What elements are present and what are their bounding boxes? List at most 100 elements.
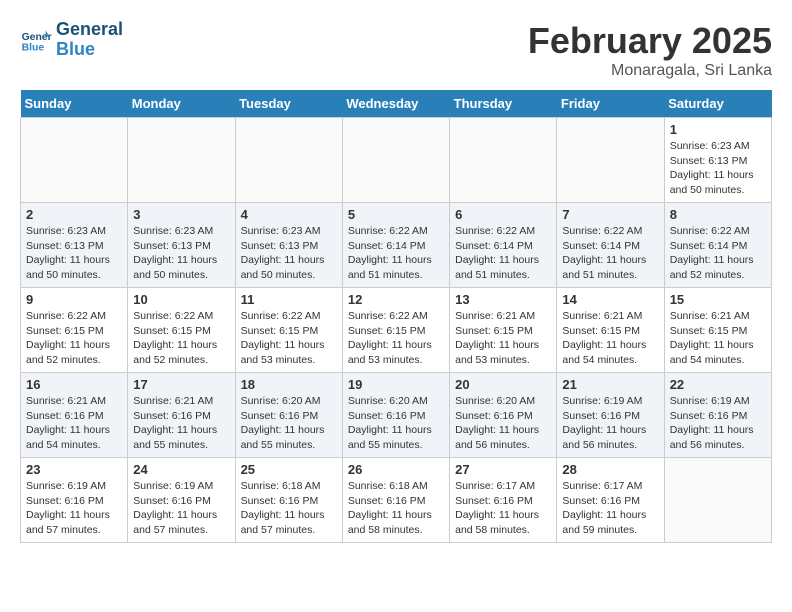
calendar-cell: 3 Sunrise: 6:23 AM Sunset: 6:13 PM Daylig… bbox=[128, 203, 235, 288]
day-info: Sunrise: 6:22 AM Sunset: 6:14 PM Dayligh… bbox=[562, 224, 658, 283]
day-number: 8 bbox=[670, 207, 766, 222]
weekday-header-wednesday: Wednesday bbox=[342, 90, 449, 118]
week-row-1: 1 Sunrise: 6:23 AM Sunset: 6:13 PM Daylig… bbox=[21, 118, 772, 203]
day-number: 9 bbox=[26, 292, 122, 307]
day-info: Sunrise: 6:20 AM Sunset: 6:16 PM Dayligh… bbox=[455, 394, 551, 453]
day-number: 6 bbox=[455, 207, 551, 222]
calendar-cell: 5Sunrise: 6:22 AM Sunset: 6:14 PM Daylig… bbox=[342, 203, 449, 288]
day-number: 3 bbox=[133, 207, 229, 222]
calendar-cell: 19Sunrise: 6:20 AM Sunset: 6:16 PM Dayli… bbox=[342, 373, 449, 458]
day-number: 26 bbox=[348, 462, 444, 477]
day-info: Sunrise: 6:21 AM Sunset: 6:15 PM Dayligh… bbox=[455, 309, 551, 368]
weekday-header-row: SundayMondayTuesdayWednesdayThursdayFrid… bbox=[21, 90, 772, 118]
day-info: Sunrise: 6:23 AM Sunset: 6:13 PM Dayligh… bbox=[133, 224, 229, 283]
day-number: 23 bbox=[26, 462, 122, 477]
day-info: Sunrise: 6:17 AM Sunset: 6:16 PM Dayligh… bbox=[455, 479, 551, 538]
page-header: General Blue General Blue February 2025 … bbox=[20, 20, 772, 80]
calendar-cell: 1 Sunrise: 6:23 AM Sunset: 6:13 PM Daylig… bbox=[664, 118, 771, 203]
day-number: 16 bbox=[26, 377, 122, 392]
day-info: Sunrise: 6:22 AM Sunset: 6:15 PM Dayligh… bbox=[133, 309, 229, 368]
calendar-table: SundayMondayTuesdayWednesdayThursdayFrid… bbox=[20, 90, 772, 543]
day-info: Sunrise: 6:22 AM Sunset: 6:14 PM Dayligh… bbox=[348, 224, 444, 283]
calendar-cell: 14 Sunrise: 6:21 AM Sunset: 6:15 PM Dayli… bbox=[557, 288, 664, 373]
logo-line1: General bbox=[56, 20, 123, 40]
day-number: 17 bbox=[133, 377, 229, 392]
day-number: 22 bbox=[670, 377, 766, 392]
calendar-cell bbox=[664, 458, 771, 543]
weekday-header-monday: Monday bbox=[128, 90, 235, 118]
day-number: 13 bbox=[455, 292, 551, 307]
calendar-cell: 16 Sunrise: 6:21 AM Sunset: 6:16 PM Dayli… bbox=[21, 373, 128, 458]
calendar-cell: 12 Sunrise: 6:22 AM Sunset: 6:15 PM Dayli… bbox=[342, 288, 449, 373]
calendar-cell: 9 Sunrise: 6:22 AM Sunset: 6:15 PM Daylig… bbox=[21, 288, 128, 373]
day-info: Sunrise: 6:19 AM Sunset: 6:16 PM Dayligh… bbox=[133, 479, 229, 538]
day-number: 1 bbox=[670, 122, 766, 137]
calendar-cell: 23Sunrise: 6:19 AM Sunset: 6:16 PM Dayli… bbox=[21, 458, 128, 543]
calendar-cell: 7 Sunrise: 6:22 AM Sunset: 6:14 PM Daylig… bbox=[557, 203, 664, 288]
day-info: Sunrise: 6:20 AM Sunset: 6:16 PM Dayligh… bbox=[241, 394, 337, 453]
weekday-header-friday: Friday bbox=[557, 90, 664, 118]
calendar-cell: 24 Sunrise: 6:19 AM Sunset: 6:16 PM Dayli… bbox=[128, 458, 235, 543]
day-info: Sunrise: 6:22 AM Sunset: 6:14 PM Dayligh… bbox=[455, 224, 551, 283]
day-info: Sunrise: 6:22 AM Sunset: 6:15 PM Dayligh… bbox=[26, 309, 122, 368]
calendar-cell: 15Sunrise: 6:21 AM Sunset: 6:15 PM Dayli… bbox=[664, 288, 771, 373]
calendar-cell: 20 Sunrise: 6:20 AM Sunset: 6:16 PM Dayli… bbox=[450, 373, 557, 458]
day-info: Sunrise: 6:21 AM Sunset: 6:15 PM Dayligh… bbox=[562, 309, 658, 368]
month-title: February 2025 bbox=[528, 20, 772, 62]
day-info: Sunrise: 6:18 AM Sunset: 6:16 PM Dayligh… bbox=[241, 479, 337, 538]
calendar-cell: 22 Sunrise: 6:19 AM Sunset: 6:16 PM Dayli… bbox=[664, 373, 771, 458]
calendar-cell: 18 Sunrise: 6:20 AM Sunset: 6:16 PM Dayli… bbox=[235, 373, 342, 458]
calendar-cell: 4Sunrise: 6:23 AM Sunset: 6:13 PM Daylig… bbox=[235, 203, 342, 288]
calendar-cell bbox=[450, 118, 557, 203]
calendar-cell: 11Sunrise: 6:22 AM Sunset: 6:15 PM Dayli… bbox=[235, 288, 342, 373]
day-info: Sunrise: 6:22 AM Sunset: 6:15 PM Dayligh… bbox=[348, 309, 444, 368]
day-number: 20 bbox=[455, 377, 551, 392]
calendar-cell: 13 Sunrise: 6:21 AM Sunset: 6:15 PM Dayli… bbox=[450, 288, 557, 373]
weekday-header-thursday: Thursday bbox=[450, 90, 557, 118]
logo-line2: Blue bbox=[56, 40, 123, 60]
week-row-5: 23 Sunrise: 6:19 AM Sunset: 6:16 PM Dayli… bbox=[21, 458, 772, 543]
day-number: 4 bbox=[241, 207, 337, 222]
calendar-cell: 6 Sunrise: 6:22 AM Sunset: 6:14 PM Daylig… bbox=[450, 203, 557, 288]
svg-text:Blue: Blue bbox=[22, 42, 45, 53]
day-number: 14 bbox=[562, 292, 658, 307]
day-number: 24 bbox=[133, 462, 229, 477]
day-number: 7 bbox=[562, 207, 658, 222]
logo: General Blue General Blue bbox=[20, 20, 123, 60]
day-number: 10 bbox=[133, 292, 229, 307]
calendar-cell: 17Sunrise: 6:21 AM Sunset: 6:16 PM Dayli… bbox=[128, 373, 235, 458]
day-info: Sunrise: 6:21 AM Sunset: 6:16 PM Dayligh… bbox=[26, 394, 122, 453]
calendar-cell bbox=[128, 118, 235, 203]
weekday-header-sunday: Sunday bbox=[21, 90, 128, 118]
day-info: Sunrise: 6:19 AM Sunset: 6:16 PM Dayligh… bbox=[562, 394, 658, 453]
week-row-2: 2 Sunrise: 6:23 AM Sunset: 6:13 PM Daylig… bbox=[21, 203, 772, 288]
calendar-cell bbox=[342, 118, 449, 203]
day-number: 11 bbox=[241, 292, 337, 307]
day-number: 18 bbox=[241, 377, 337, 392]
day-number: 12 bbox=[348, 292, 444, 307]
day-info: Sunrise: 6:22 AM Sunset: 6:14 PM Dayligh… bbox=[670, 224, 766, 283]
calendar-cell: 10 Sunrise: 6:22 AM Sunset: 6:15 PM Dayli… bbox=[128, 288, 235, 373]
calendar-cell: 21 Sunrise: 6:19 AM Sunset: 6:16 PM Dayli… bbox=[557, 373, 664, 458]
day-info: Sunrise: 6:17 AM Sunset: 6:16 PM Dayligh… bbox=[562, 479, 658, 538]
week-row-3: 9 Sunrise: 6:22 AM Sunset: 6:15 PM Daylig… bbox=[21, 288, 772, 373]
calendar-cell bbox=[21, 118, 128, 203]
day-info: Sunrise: 6:23 AM Sunset: 6:13 PM Dayligh… bbox=[670, 139, 766, 198]
day-number: 25 bbox=[241, 462, 337, 477]
location-subtitle: Monaragala, Sri Lanka bbox=[528, 62, 772, 80]
day-number: 2 bbox=[26, 207, 122, 222]
calendar-cell bbox=[235, 118, 342, 203]
day-number: 28 bbox=[562, 462, 658, 477]
day-info: Sunrise: 6:20 AM Sunset: 6:16 PM Dayligh… bbox=[348, 394, 444, 453]
day-info: Sunrise: 6:18 AM Sunset: 6:16 PM Dayligh… bbox=[348, 479, 444, 538]
day-number: 27 bbox=[455, 462, 551, 477]
calendar-cell: 27 Sunrise: 6:17 AM Sunset: 6:16 PM Dayli… bbox=[450, 458, 557, 543]
calendar-cell: 8 Sunrise: 6:22 AM Sunset: 6:14 PM Daylig… bbox=[664, 203, 771, 288]
weekday-header-tuesday: Tuesday bbox=[235, 90, 342, 118]
calendar-cell: 28 Sunrise: 6:17 AM Sunset: 6:16 PM Dayli… bbox=[557, 458, 664, 543]
day-info: Sunrise: 6:21 AM Sunset: 6:15 PM Dayligh… bbox=[670, 309, 766, 368]
day-info: Sunrise: 6:19 AM Sunset: 6:16 PM Dayligh… bbox=[670, 394, 766, 453]
title-block: February 2025 Monaragala, Sri Lanka bbox=[528, 20, 772, 80]
calendar-cell: 25 Sunrise: 6:18 AM Sunset: 6:16 PM Dayli… bbox=[235, 458, 342, 543]
day-number: 21 bbox=[562, 377, 658, 392]
